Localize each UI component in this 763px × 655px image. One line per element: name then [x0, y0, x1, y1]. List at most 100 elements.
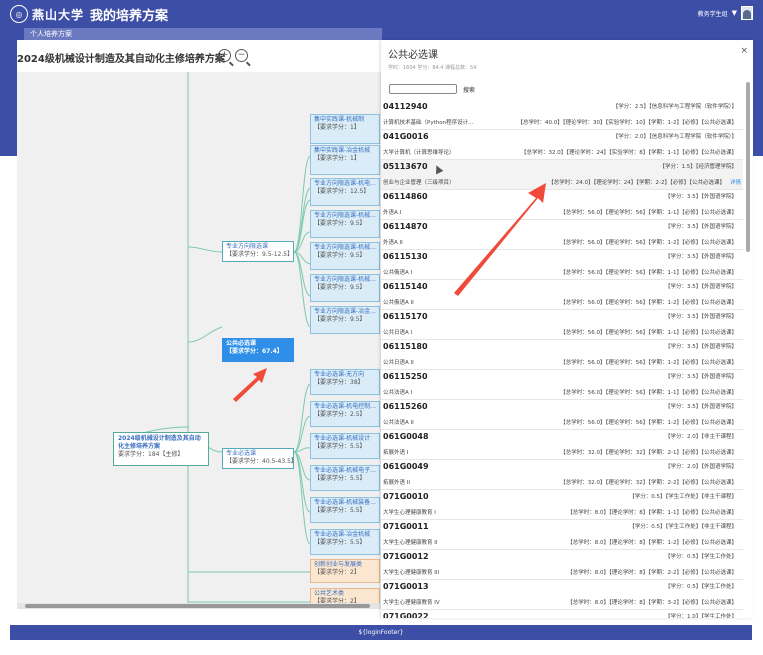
app-title: 我的培养方案 — [90, 8, 169, 24]
course-code: 06115140 — [383, 282, 428, 291]
user-avatar[interactable] — [741, 6, 753, 20]
course-code: 06115250 — [383, 372, 428, 381]
course-code: 06115170 — [383, 312, 428, 321]
course-name: 大学生心理健康教育 IV — [383, 600, 440, 606]
course-drawer: 公共必选课 × 学时：1604 学分：84.4 课程总数：54 搜索 04112… — [381, 40, 753, 618]
course-hours-info: 【总学时：56.0】【理论学时：56】【学期：1-1】【必修】【公共必选课】 — [560, 330, 737, 336]
course-row[interactable]: 06115140 公共俄语A II 【学分：3.5】【外国语学院】 【总学时：56.0… — [381, 280, 743, 310]
course-credit-info: 【学分：2.0】【信息科学与工程学院（软件学院）】 — [612, 134, 737, 140]
course-hours-info: 【总学时：8.0】【理论学时：8】【学期：2-2】【必修】【公共必选课】 — [567, 570, 737, 576]
course-hours-info: 【总学时：56.0】【理论学时：56】【学期：1-1】【必修】【公共必选课】 — [560, 390, 737, 396]
course-name: 公共日语A II — [383, 360, 414, 366]
drawer-title: 公共必选课 — [388, 50, 438, 61]
course-hours-info: 【总学时：8.0】【理论学时：8】【学期：1-2】【必修】【公共必选课】 — [567, 540, 737, 546]
course-name: 公共日语A I — [383, 330, 413, 336]
course-code: 041G0016 — [383, 132, 429, 141]
course-credit-info: 【学分：2.0】【非主干课程】 — [665, 434, 737, 440]
course-name: 拓展外语 I — [383, 450, 409, 456]
top-navbar: ◎ 燕山大学 我的培养方案 教务学生组 ▼ — [0, 0, 763, 28]
course-row[interactable]: 071G0022 【学分：1.0】【学生工作处】 — [381, 610, 743, 618]
course-name: 公共法语A II — [383, 420, 414, 426]
course-row[interactable]: 061G0049 拓展外语 II 【学分：2.0】【外国语学院】 【总学时：32.0】… — [381, 460, 743, 490]
canvas-horizontal-scrollbar[interactable] — [17, 603, 382, 609]
user-name: 教务学生组 — [697, 10, 728, 18]
drawer-vertical-scrollbar[interactable] — [746, 72, 751, 617]
course-hours-info: 【总学时：32.0】【理论学时：32】【学期：2-2】【必修】【公共必选课】 — [560, 480, 737, 486]
course-row[interactable]: 071G0013 大学生心理健康教育 IV 【学分：0.5】【学生工作处】【总学时：… — [381, 580, 743, 610]
caret-down-icon: ▼ — [731, 9, 737, 17]
course-credit-info: 【学分：0.5】【学生工作处】 — [665, 554, 737, 560]
course-row[interactable]: 04112940 计算机技术基础（Python程序设计... 【学分：2.5】【信息… — [381, 100, 743, 130]
course-row[interactable]: 06115180 公共日语A II 【学分：3.5】【外国语学院】【总学时：56.0… — [381, 340, 743, 370]
course-row[interactable]: 06115170 公共日语A I 【学分：3.5】【外国语学院】 【总学时：56.0】… — [381, 310, 743, 340]
course-name: 大学计算机（计算思维导论） — [383, 150, 455, 156]
university-seal-icon: ◎ — [10, 5, 28, 23]
course-code: 06114870 — [383, 222, 428, 231]
course-hours-info: 【总学时：24.0】【理论学时：24】【学期：2-2】【必修】【公共必选课】 — [548, 180, 725, 186]
course-credit-info: 【学分：3.5】【外国语学院】 — [665, 404, 737, 410]
course-detail-link[interactable]: 详情 — [730, 178, 741, 186]
plan-panel: 2024级机械设计制造及其自动化主修培养方案 + − 集中实践课-机械制 【要求… — [17, 40, 382, 608]
course-row[interactable]: 071G0010 大学生心理健康教育 I 【学分：0.5】【学生工作处】【非主干课程… — [381, 490, 743, 520]
course-hours-info: 【总学时：56.0】【理论学时：56】【学期：1-2】【必修】【公共必选课】 — [560, 420, 737, 426]
course-row[interactable]: 06114870 外语A II 【学分：3.5】【外国语学院】 【总学时：56.0】【… — [381, 220, 743, 250]
zoom-in-icon[interactable]: + — [218, 49, 231, 62]
course-hours-info: 【总学时：56.0】【理论学时：56】【学期：1-1】【必修】【公共必选课】 — [560, 210, 737, 216]
search-button[interactable]: 搜索 — [463, 85, 475, 94]
course-row[interactable]: 06115260 公共法语A II 【学分：3.5】【外国语学院】【总学时：56.0… — [381, 400, 743, 430]
user-menu[interactable]: 教务学生组 ▼ — [698, 6, 753, 20]
course-row[interactable]: 06115250 公共法语A I 【学分：3.5】【外国语学院】 【总学时：56.0】… — [381, 370, 743, 400]
annotation-arrow-left — [233, 368, 267, 402]
course-hours-info: 【总学时：40.0】【理论学时：30】【实验学时：10】【学期：1-2】【必修】… — [517, 120, 737, 126]
course-code: 071G0012 — [383, 552, 429, 561]
course-row[interactable]: 071G0012 大学生心理健康教育 III 【学分：0.5】【学生工作处】【总学时… — [381, 550, 743, 580]
course-credit-info: 【学分：2.0】【外国语学院】 — [665, 464, 737, 470]
course-code: 06115260 — [383, 402, 428, 411]
course-code: 061G0048 — [383, 432, 429, 441]
mindmap-canvas[interactable]: 集中实践课-机械制 【要求学分：1】 集中实践课-冶金机械 【要求学分：1】 专… — [17, 72, 382, 607]
course-row[interactable]: 071G0011 大学生心理健康教育 II 【学分：0.5】【学生工作处】【非主干课… — [381, 520, 743, 550]
course-hours-info: 【总学时：56.0】【理论学时：56】【学期：1-2】【必修】【公共必选课】 — [560, 360, 737, 366]
course-name: 计算机技术基础（Python程序设计... — [383, 120, 474, 126]
university-logo[interactable]: ◎ 燕山大学 — [10, 5, 84, 23]
course-name: 公共法语A I — [383, 390, 413, 396]
course-row[interactable]: 061G0048 拓展外语 I 【学分：2.0】【非主干课程】【总学时：32.0】【… — [381, 430, 743, 460]
course-name: 大学生心理健康教育 I — [383, 510, 436, 516]
course-credit-info: 【学分：1.5】【经济管理学院】 — [659, 164, 738, 170]
course-hours-info: 【总学时：56.0】【理论学时：56】【学期：1-2】【必修】【公共必选课】 — [560, 240, 737, 246]
course-code: 04112940 — [383, 102, 428, 111]
course-credit-info: 【学分：3.5】【外国语学院】 — [665, 284, 737, 290]
course-name: 创业与企业管理（三级项目） — [383, 180, 455, 186]
scrollbar-thumb[interactable] — [746, 82, 750, 252]
course-name: 外语A II — [383, 240, 403, 246]
course-hours-info: 【总学时：8.0】【理论学时：8】【学期：3-2】【必修】【公共必选课】 — [567, 600, 737, 606]
course-hours-info: 【总学时：56.0】【理论学时：56】【学期：1-2】【必修】【公共必选课】 — [560, 300, 737, 306]
close-icon[interactable]: × — [740, 46, 748, 56]
course-name: 大学生心理健康教育 III — [383, 570, 440, 576]
course-credit-info: 【学分：0.5】【学生工作处】 — [665, 584, 737, 590]
course-row[interactable]: 06115130 公共俄语A I 【学分：3.5】【外国语学院】【总学时：56.0】… — [381, 250, 743, 280]
course-code: 071G0011 — [383, 522, 429, 531]
course-code: 06115180 — [383, 342, 428, 351]
zoom-out-icon[interactable]: − — [235, 49, 248, 62]
scrollbar-thumb[interactable] — [25, 604, 370, 608]
course-credit-info: 【学分：2.5】【信息科学与工程学院（软件学院）】 — [612, 104, 737, 110]
course-hours-info: 【总学时：32.0】【理论学时：32】【学期：2-1】【必修】【公共必选课】 — [560, 450, 737, 456]
course-code: 06115130 — [383, 252, 428, 261]
tab-personal-plan[interactable]: 个人培养方案 — [24, 28, 382, 40]
course-hours-info: 【总学时：32.0】【理论学时：24】【实验学时：8】【学期：1-1】【必修】【… — [521, 150, 737, 156]
course-list: 04112940 计算机技术基础（Python程序设计... 【学分：2.5】【信息… — [381, 100, 743, 618]
course-hours-info: 【总学时：8.0】【理论学时：8】【学期：1-1】【必修】【公共必选课】 — [567, 510, 737, 516]
course-code: 061G0049 — [383, 462, 429, 471]
course-code: 071G0013 — [383, 582, 429, 591]
course-row[interactable]: 06114860 外语A I 【学分：3.5】【外国语学院】 【总学时：56.0】【理… — [381, 190, 743, 220]
course-credit-info: 【学分：3.5】【外国语学院】 — [665, 344, 737, 350]
course-name: 外语A I — [383, 210, 402, 216]
course-search-input[interactable] — [389, 84, 457, 94]
course-code: 06114860 — [383, 192, 428, 201]
course-hours-info: 【总学时：56.0】【理论学时：56】【学期：1-1】【必修】【公共必选课】 — [560, 270, 737, 276]
course-name: 公共俄语A I — [383, 270, 413, 276]
course-row[interactable]: 041G0016 大学计算机（计算思维导论） 【学分：2.0】【信息科学与工程学院（… — [381, 130, 743, 160]
course-credit-info: 【学分：0.5】【学生工作处】【非主干课程】 — [629, 524, 737, 530]
course-credit-info: 【学分：3.5】【外国语学院】 — [665, 254, 737, 260]
